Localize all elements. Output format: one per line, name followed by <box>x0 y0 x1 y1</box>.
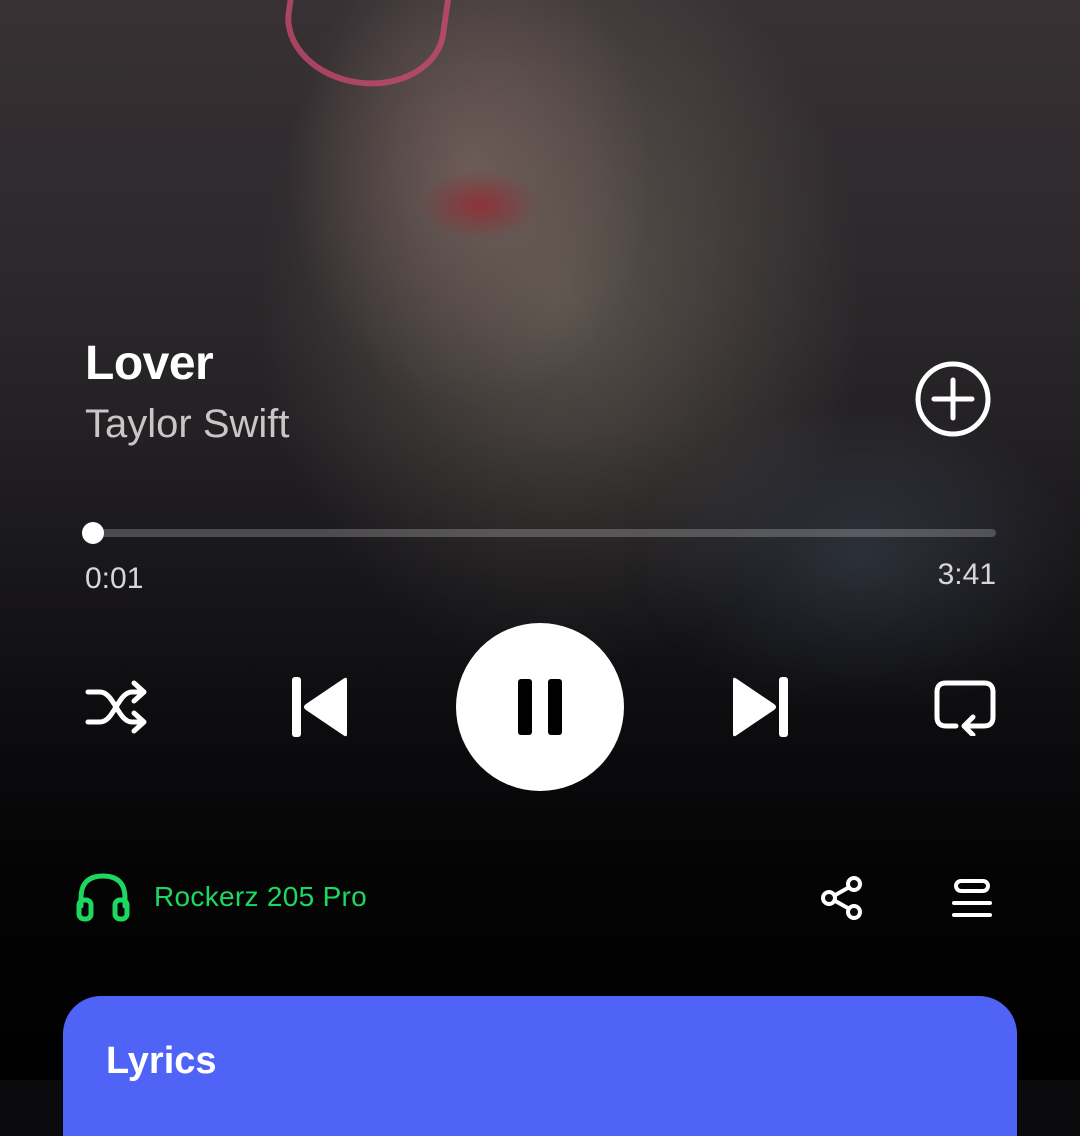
shuffle-icon <box>85 680 147 734</box>
device-name: Rockerz 205 Pro <box>154 881 368 912</box>
progress-thumb[interactable] <box>81 522 104 544</box>
share-button[interactable] <box>820 876 864 920</box>
queue-icon <box>952 879 992 917</box>
headphones-icon <box>76 873 130 922</box>
next-button[interactable] <box>730 676 790 738</box>
skip-next-icon <box>733 677 788 737</box>
skip-previous-icon <box>292 677 347 737</box>
track-title: Lover <box>85 337 214 390</box>
shuffle-button[interactable] <box>84 678 150 736</box>
queue-button[interactable] <box>952 878 992 920</box>
progress-bar[interactable] <box>81 522 996 544</box>
total-time: 3:41 <box>937 558 996 591</box>
repeat-icon <box>934 680 996 738</box>
repeat-button[interactable] <box>934 678 996 738</box>
elapsed-time: 0:01 <box>85 562 144 595</box>
share-icon <box>821 876 862 920</box>
lyrics-card[interactable]: Lyrics <box>63 996 1017 1136</box>
lyrics-title: Lyrics <box>106 1040 217 1082</box>
pause-button[interactable] <box>456 623 624 791</box>
pause-icon <box>518 679 562 735</box>
add-to-library-button[interactable] <box>914 360 992 438</box>
track-artist[interactable]: Taylor Swift <box>85 402 290 447</box>
connected-device-button[interactable]: Rockerz 205 Pro <box>76 872 367 922</box>
add-circle-icon <box>915 361 991 437</box>
previous-button[interactable] <box>290 676 350 738</box>
